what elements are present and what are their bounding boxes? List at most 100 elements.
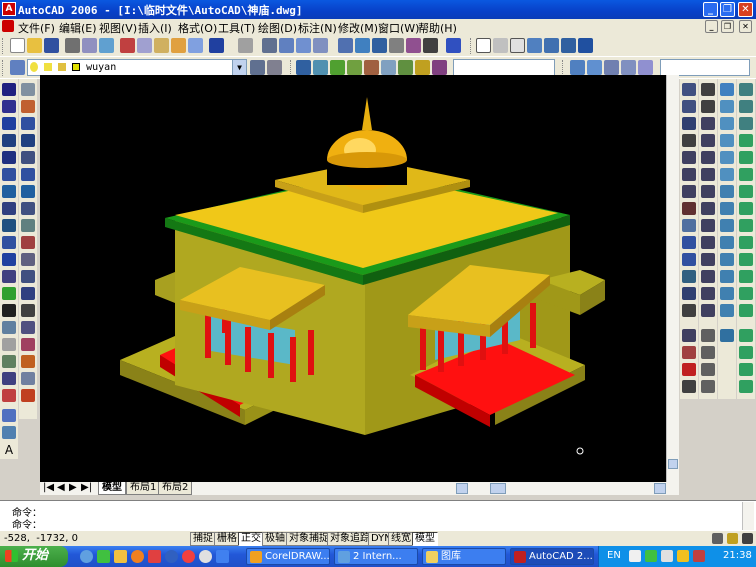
dim-text-edit-icon[interactable]	[682, 346, 696, 359]
redo-icon[interactable]	[238, 38, 253, 53]
doc-minimize-icon[interactable]: _	[705, 20, 718, 33]
snap-node-icon[interactable]	[701, 304, 715, 317]
cut-icon[interactable]	[120, 38, 135, 53]
break-icon[interactable]	[21, 287, 35, 300]
menu-insert[interactable]: 插入(I)	[138, 20, 172, 36]
chamfer-icon[interactable]	[21, 321, 35, 334]
fillet-icon[interactable]	[21, 338, 35, 351]
menu-help[interactable]: 帮助(H)	[418, 20, 457, 36]
volume-icon[interactable]	[661, 550, 673, 562]
properties-small-icon[interactable]	[21, 389, 35, 402]
calculator-icon[interactable]	[423, 38, 438, 53]
publish-icon[interactable]	[99, 38, 114, 53]
antivirus-icon[interactable]	[693, 550, 705, 562]
plot-preview-icon[interactable]	[82, 38, 97, 53]
ime-icon[interactable]	[629, 550, 641, 562]
fog-icon[interactable]	[415, 60, 430, 75]
scroll-left-icon[interactable]	[456, 483, 468, 494]
check-icon[interactable]	[739, 380, 753, 393]
properties-icon[interactable]	[338, 38, 353, 53]
extrude-faces-icon[interactable]	[739, 134, 753, 147]
intersect-icon[interactable]	[739, 117, 753, 130]
language-indicator[interactable]: EN	[607, 550, 621, 561]
clean-screen-icon[interactable]	[742, 533, 753, 544]
tray-settings-icon[interactable]	[712, 533, 723, 544]
autocad-app-icon[interactable]: A	[2, 2, 16, 16]
lights-icon[interactable]	[330, 60, 345, 75]
snap-endpoint-icon[interactable]	[701, 117, 715, 130]
scale-icon[interactable]	[21, 202, 35, 215]
table-icon[interactable]	[2, 372, 16, 385]
otrack-toggle[interactable]: 对象追踪	[327, 532, 373, 546]
aligned-dim-icon[interactable]	[682, 100, 696, 113]
construction-line-icon[interactable]	[2, 100, 16, 113]
menu-view[interactable]: 视图(V)	[99, 20, 137, 36]
ordinate-icon[interactable]	[682, 134, 696, 147]
snap-toggle[interactable]: 捕捉	[190, 532, 216, 546]
solid-edit-icon[interactable]	[720, 329, 734, 342]
scenes-icon[interactable]	[313, 60, 328, 75]
move-icon[interactable]	[21, 168, 35, 181]
command-scrollbar[interactable]	[742, 502, 754, 530]
landscape-icon[interactable]	[398, 60, 413, 75]
copy-icon[interactable]	[137, 38, 152, 53]
snap-perpendicular-icon[interactable]	[701, 253, 715, 266]
polyline-icon[interactable]	[2, 117, 16, 130]
snap-from-icon[interactable]	[701, 100, 715, 113]
dim-update-icon[interactable]	[682, 363, 696, 376]
make-block-icon[interactable]	[2, 287, 16, 300]
torus-icon[interactable]	[720, 168, 734, 181]
task-coreldraw[interactable]: CorelDRAW...	[246, 548, 330, 565]
start-button[interactable]: 开始	[0, 546, 68, 567]
extrude-icon[interactable]	[720, 185, 734, 198]
setup-drawing-icon[interactable]	[720, 270, 734, 283]
copy-faces-icon[interactable]	[739, 236, 753, 249]
taper-faces-icon[interactable]	[739, 219, 753, 232]
drawing-viewport[interactable]	[40, 75, 666, 482]
imprint-icon[interactable]	[739, 304, 753, 317]
undo-icon[interactable]	[209, 38, 224, 53]
snap-center-icon[interactable]	[701, 202, 715, 215]
zoom-window-icon[interactable]	[296, 38, 311, 53]
toolbar-grip[interactable]	[290, 60, 293, 76]
rotate-faces-icon[interactable]	[739, 202, 753, 215]
offset-icon[interactable]	[21, 134, 35, 147]
copy-edges-icon[interactable]	[739, 270, 753, 283]
messenger-quicklaunch-icon[interactable]	[216, 550, 229, 563]
gouraud-icon[interactable]	[561, 38, 576, 53]
orbit-icon[interactable]	[493, 38, 508, 53]
style-combo[interactable]	[453, 59, 555, 76]
tab-layout2[interactable]: 布局2	[158, 482, 193, 495]
snap-intersection-icon[interactable]	[701, 151, 715, 164]
app-quicklaunch-icon[interactable]	[148, 550, 161, 563]
quick-dim-icon[interactable]	[682, 219, 696, 232]
render-tool-icon[interactable]	[296, 60, 311, 75]
mapping-icon[interactable]	[381, 60, 396, 75]
lineweight-toggle[interactable]: 线宽	[388, 532, 414, 546]
ellipse-arc-icon[interactable]	[2, 253, 16, 266]
front-view-icon[interactable]	[570, 60, 585, 75]
gradient-icon[interactable]	[2, 338, 16, 351]
linear-dim-icon[interactable]	[682, 83, 696, 96]
plot-style-combo[interactable]	[660, 59, 750, 76]
continue-icon[interactable]	[682, 253, 696, 266]
extend-icon[interactable]	[21, 253, 35, 266]
slice-icon[interactable]	[720, 219, 734, 232]
materials-library-icon[interactable]	[364, 60, 379, 75]
radius-icon[interactable]	[682, 151, 696, 164]
text-icon[interactable]: A	[2, 443, 16, 457]
clean-icon[interactable]	[739, 329, 753, 342]
lock-icon[interactable]	[727, 533, 738, 544]
sphere-icon[interactable]	[720, 100, 734, 113]
cylinder-icon[interactable]	[720, 117, 734, 130]
table-insert-icon[interactable]	[2, 426, 16, 439]
wireframe-icon[interactable]	[510, 38, 525, 53]
toolbar-grip[interactable]	[470, 38, 473, 54]
security-icon[interactable]	[677, 550, 689, 562]
explode-icon[interactable]	[21, 355, 35, 368]
cd-quicklaunch-icon[interactable]	[199, 550, 212, 563]
tool-palettes-icon[interactable]	[372, 38, 387, 53]
snap-extension-icon[interactable]	[701, 185, 715, 198]
minimize-icon[interactable]: _	[703, 2, 718, 17]
command-prompt[interactable]: 命令：	[12, 516, 42, 531]
